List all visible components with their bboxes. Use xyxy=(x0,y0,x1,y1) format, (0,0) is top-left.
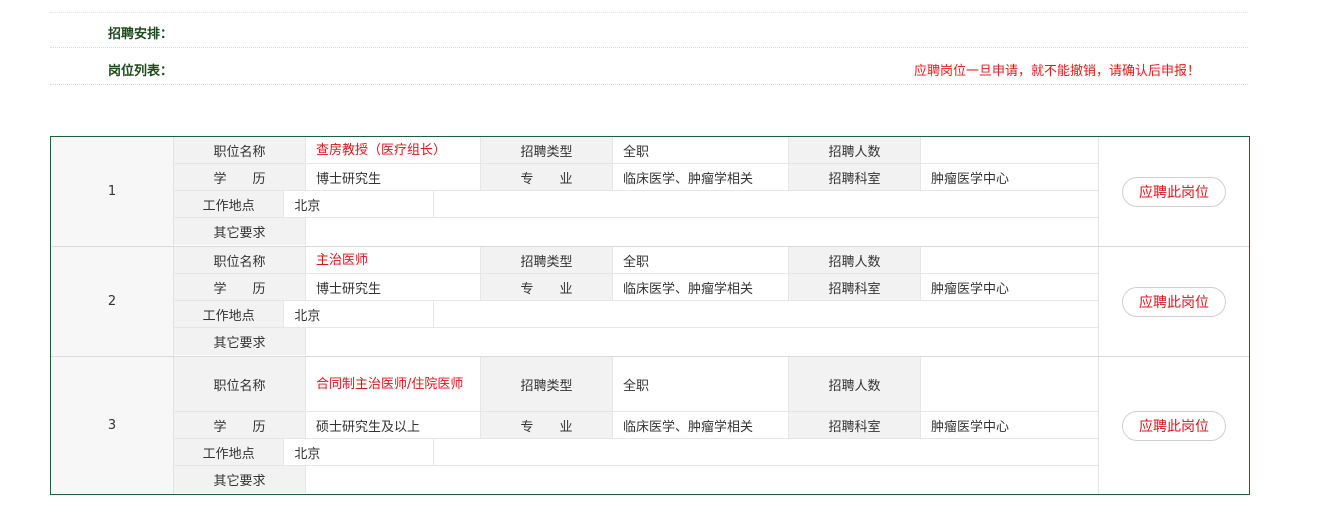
major-value: 临床医学、肿瘤学相关 xyxy=(613,274,789,300)
job-index: 2 xyxy=(51,247,174,356)
detail-row-location: 工作地点 北京 xyxy=(174,191,1098,218)
headcount-label: 招聘人数 xyxy=(789,247,921,273)
major-label: 专 业 xyxy=(481,274,613,300)
headcount-label: 招聘人数 xyxy=(789,137,921,163)
recruit-type-label: 招聘类型 xyxy=(481,357,613,411)
job-detail-grid: 职位名称 查房教授（医疗组长） 招聘类型 全职 招聘人数 学 历 博士研究生 专… xyxy=(174,137,1098,246)
job-row: 3 职位名称 合同制主治医师/住院医师 招聘类型 全职 招聘人数 学 历 硕士研… xyxy=(51,357,1249,494)
headcount-label: 招聘人数 xyxy=(789,357,921,411)
detail-row-education: 学 历 博士研究生 专 业 临床医学、肿瘤学相关 招聘科室 肿瘤医学中心 xyxy=(174,274,1098,301)
job-detail-grid: 职位名称 合同制主治医师/住院医师 招聘类型 全职 招聘人数 学 历 硕士研究生… xyxy=(174,357,1098,494)
other-requirements-label: 其它要求 xyxy=(174,218,306,245)
job-detail-grid: 职位名称 主治医师 招聘类型 全职 招聘人数 学 历 博士研究生 专 业 临床医… xyxy=(174,247,1098,356)
location-filler xyxy=(434,439,1098,465)
job-index: 1 xyxy=(51,137,174,246)
position-name-label: 职位名称 xyxy=(174,247,306,273)
detail-row-location: 工作地点 北京 xyxy=(174,301,1098,328)
recruit-type-label: 招聘类型 xyxy=(481,247,613,273)
apply-position-button[interactable]: 应聘此岗位 xyxy=(1122,286,1226,317)
education-value: 硕士研究生及以上 xyxy=(306,412,481,438)
job-action-cell: 应聘此岗位 xyxy=(1098,357,1249,494)
recruit-type-value: 全职 xyxy=(613,137,789,163)
job-action-cell: 应聘此岗位 xyxy=(1098,137,1249,246)
other-requirements-value xyxy=(306,328,1098,355)
education-label: 学 历 xyxy=(174,164,306,190)
detail-row-name: 职位名称 查房教授（医疗组长） 招聘类型 全职 招聘人数 xyxy=(174,137,1098,164)
detail-row-other: 其它要求 xyxy=(174,466,1098,493)
recruitment-arrangement-row: 招聘安排： xyxy=(50,12,1248,48)
location-value: 北京 xyxy=(284,301,434,327)
other-requirements-label: 其它要求 xyxy=(174,328,306,355)
location-label: 工作地点 xyxy=(174,439,285,465)
other-requirements-label: 其它要求 xyxy=(174,466,306,493)
recruit-type-value: 全职 xyxy=(613,247,789,273)
detail-row-location: 工作地点 北京 xyxy=(174,439,1098,466)
location-filler xyxy=(434,191,1098,217)
job-action-cell: 应聘此岗位 xyxy=(1098,247,1249,356)
department-value: 肿瘤医学中心 xyxy=(931,171,1010,187)
position-list-label: 岗位列表： xyxy=(108,64,174,79)
education-value: 博士研究生 xyxy=(306,164,481,190)
headcount-value xyxy=(921,247,1098,273)
position-name-label: 职位名称 xyxy=(174,137,306,163)
location-filler xyxy=(434,301,1098,327)
job-index: 3 xyxy=(51,357,174,494)
application-warning-notice: 应聘岗位一旦申请，就不能撤销，请确认后申报！ xyxy=(913,64,1200,79)
location-label: 工作地点 xyxy=(174,191,285,217)
detail-row-name: 职位名称 主治医师 招聘类型 全职 招聘人数 xyxy=(174,247,1098,274)
recruit-type-value: 全职 xyxy=(613,357,789,411)
location-value: 北京 xyxy=(284,191,434,217)
position-name-label: 职位名称 xyxy=(174,357,306,411)
detail-row-other: 其它要求 xyxy=(174,328,1098,355)
education-label: 学 历 xyxy=(174,274,306,300)
position-name-value: 合同制主治医师/住院医师 xyxy=(306,357,481,411)
education-value: 博士研究生 xyxy=(306,274,481,300)
job-row: 2 职位名称 主治医师 招聘类型 全职 招聘人数 学 历 博士研究生 专 业 临… xyxy=(51,247,1249,357)
detail-row-name: 职位名称 合同制主治医师/住院医师 招聘类型 全职 招聘人数 xyxy=(174,357,1098,412)
department-label: 招聘科室 xyxy=(789,412,921,438)
position-name-value: 查房教授（医疗组长） xyxy=(306,137,481,163)
major-label: 专 业 xyxy=(481,412,613,438)
major-value: 临床医学、肿瘤学相关 xyxy=(613,412,789,438)
headcount-value xyxy=(921,137,1098,163)
major-label: 专 业 xyxy=(481,164,613,190)
education-label: 学 历 xyxy=(174,412,306,438)
other-requirements-value xyxy=(306,218,1098,245)
detail-row-other: 其它要求 xyxy=(174,218,1098,245)
recruit-type-label: 招聘类型 xyxy=(481,137,613,163)
apply-position-button[interactable]: 应聘此岗位 xyxy=(1122,410,1226,441)
headcount-value xyxy=(921,357,1098,411)
location-label: 工作地点 xyxy=(174,301,285,327)
apply-position-button[interactable]: 应聘此岗位 xyxy=(1122,176,1226,207)
position-list-row: 岗位列表： 应聘岗位一旦申请，就不能撤销，请确认后申报！ xyxy=(50,48,1248,85)
job-row: 1 职位名称 查房教授（医疗组长） 招聘类型 全职 招聘人数 学 历 博士研究生… xyxy=(51,137,1249,247)
other-requirements-value xyxy=(306,466,1098,493)
department-value: 肿瘤医学中心 xyxy=(931,281,1010,297)
detail-row-education: 学 历 硕士研究生及以上 专 业 临床医学、肿瘤学相关 招聘科室 肿瘤医学中心 xyxy=(174,412,1098,439)
position-name-value: 主治医师 xyxy=(306,247,481,273)
job-list-table: 1 职位名称 查房教授（医疗组长） 招聘类型 全职 招聘人数 学 历 博士研究生… xyxy=(50,136,1250,495)
department-value: 肿瘤医学中心 xyxy=(931,419,1010,435)
department-label: 招聘科室 xyxy=(789,164,921,190)
department-label: 招聘科室 xyxy=(789,274,921,300)
location-value: 北京 xyxy=(284,439,434,465)
detail-row-education: 学 历 博士研究生 专 业 临床医学、肿瘤学相关 招聘科室 肿瘤医学中心 xyxy=(174,164,1098,191)
recruitment-arrangement-label: 招聘安排： xyxy=(108,27,174,42)
major-value: 临床医学、肿瘤学相关 xyxy=(613,164,789,190)
